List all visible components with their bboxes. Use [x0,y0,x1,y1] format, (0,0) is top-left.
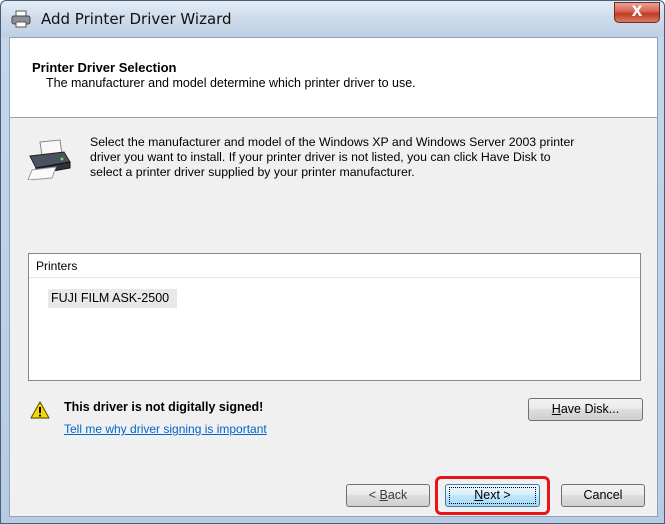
page-subtitle: The manufacturer and model determine whi… [46,76,416,90]
warning-icon [30,401,50,419]
intro-line: driver you want to install. If your prin… [90,150,551,164]
back-label: ack [387,488,408,502]
printer-small-icon [11,10,31,28]
list-item[interactable]: FUJI FILM ASK-2500 [48,289,178,308]
driver-signing-link[interactable]: Tell me why driver signing is important [64,422,267,436]
printer-icon [27,139,71,180]
cancel-button[interactable]: Cancel [561,484,645,507]
wizard-body: Printer Driver Selection The manufacture… [9,37,658,517]
window-title: Add Printer Driver Wizard [41,10,232,28]
intro-line: select a printer driver supplied by your… [90,165,415,179]
have-disk-label: ave Disk... [560,402,620,416]
close-icon: X [631,4,643,20]
wizard-header: Printer Driver Selection The manufacture… [10,38,657,118]
intro-text: Select the manufacturer and model of the… [90,135,650,180]
page-title: Printer Driver Selection [32,60,177,75]
back-accel: B [379,488,388,502]
unsigned-warning: This driver is not digitally signed! [64,400,264,414]
wizard-window: Add Printer Driver Wizard X Printer Driv… [0,0,665,524]
list-column-header[interactable]: Printers [29,254,640,278]
have-disk-button[interactable]: Have Disk... [528,398,643,421]
title-bar[interactable]: Add Printer Driver Wizard X [1,1,664,37]
back-prefix: < [368,488,380,502]
next-highlight-box [435,476,550,515]
close-button[interactable]: X [614,2,660,23]
printers-list[interactable]: Printers FUJI FILM ASK-2500 [28,253,641,381]
have-disk-accel: H [551,402,561,416]
back-button[interactable]: < Back [346,484,430,507]
intro-line: Select the manufacturer and model of the… [90,135,575,149]
